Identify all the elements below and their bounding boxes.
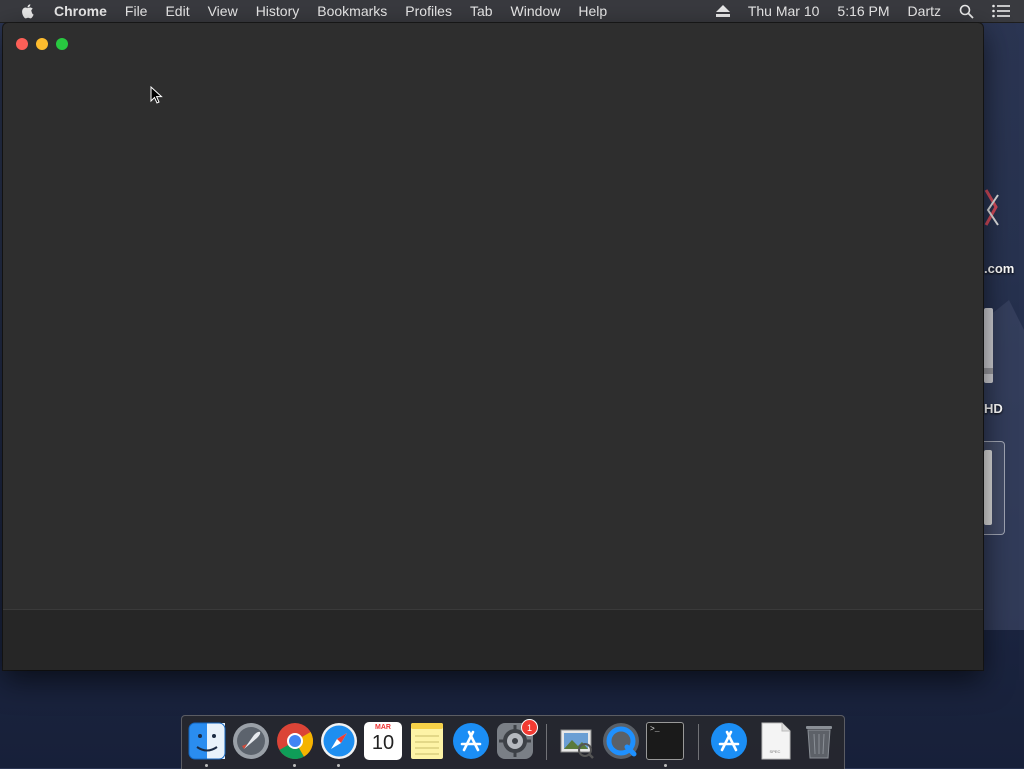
desktop-item-label[interactable]: .com (984, 261, 1014, 276)
menu-app-chrome[interactable]: Chrome (54, 3, 107, 19)
mouse-cursor-icon (150, 86, 163, 104)
hard-drive-icon[interactable] (984, 308, 996, 383)
chrome-running-indicator (293, 764, 296, 767)
downloads-icon[interactable] (710, 722, 748, 760)
menu-help[interactable]: Help (578, 3, 607, 19)
menu-view[interactable]: View (208, 3, 238, 19)
desktop-file-icon[interactable] (984, 185, 1004, 235)
safari-running-indicator (337, 764, 340, 767)
menu-date[interactable]: Thu Mar 10 (748, 3, 820, 19)
search-icon[interactable] (959, 4, 974, 19)
notification-center-icon[interactable] (992, 4, 1010, 18)
menu-bar: Chrome File Edit View History Bookmarks … (0, 0, 1024, 23)
notes-icon[interactable] (408, 722, 446, 760)
calendar-icon[interactable]: MAR 10 (364, 722, 402, 760)
app-store-icon[interactable] (452, 722, 490, 760)
menu-edit[interactable]: Edit (165, 3, 189, 19)
compass-icon[interactable] (320, 722, 358, 760)
menu-bar-status: Thu Mar 10 5:16 PM Dartz (715, 0, 1024, 22)
menu-tab[interactable]: Tab (470, 3, 493, 19)
desktop-drive-label[interactable]: HD (984, 401, 1003, 416)
desktop-selected-item[interactable] (984, 441, 1005, 535)
menu-file[interactable]: File (125, 3, 148, 19)
preview-icon[interactable] (558, 722, 596, 760)
menu-user[interactable]: Dartz (908, 3, 941, 19)
terminal-running-indicator (664, 764, 667, 767)
disk-icon (984, 450, 992, 525)
dock-separator (546, 724, 547, 760)
menu-history[interactable]: History (256, 3, 300, 19)
finder-icon[interactable] (188, 722, 226, 760)
window-footer (3, 609, 983, 670)
minimize-window-button[interactable] (36, 38, 48, 50)
menu-window[interactable]: Window (511, 3, 561, 19)
document-page-icon (761, 722, 791, 760)
quicktime-icon[interactable] (602, 722, 640, 760)
maximize-window-button[interactable] (56, 38, 68, 50)
rocket-icon[interactable] (232, 722, 270, 760)
terminal-icon[interactable]: >_ (646, 722, 684, 760)
document-icon[interactable]: SPEC (756, 722, 794, 760)
calendar-month: MAR (375, 724, 391, 731)
menu-bookmarks[interactable]: Bookmarks (317, 3, 387, 19)
dock: MAR 10 1 >_ SPEC (181, 715, 845, 769)
document-label: SPEC (769, 749, 781, 754)
system-preferences-app[interactable]: 1 (496, 719, 538, 760)
chrome-icon[interactable] (276, 722, 314, 760)
finder-running-indicator (205, 764, 208, 767)
apple-icon[interactable] (20, 3, 36, 19)
chrome-window[interactable] (3, 23, 983, 670)
notification-badge: 1 (521, 719, 538, 736)
trash-icon[interactable] (800, 722, 838, 760)
terminal-prompt: >_ (650, 725, 660, 734)
menu-time[interactable]: 5:16 PM (837, 3, 889, 19)
calendar-day: 10 (371, 732, 395, 754)
dock-separator (698, 724, 699, 760)
close-window-button[interactable] (16, 38, 28, 50)
menu-profiles[interactable]: Profiles (405, 3, 452, 19)
eject-icon[interactable] (715, 5, 730, 17)
